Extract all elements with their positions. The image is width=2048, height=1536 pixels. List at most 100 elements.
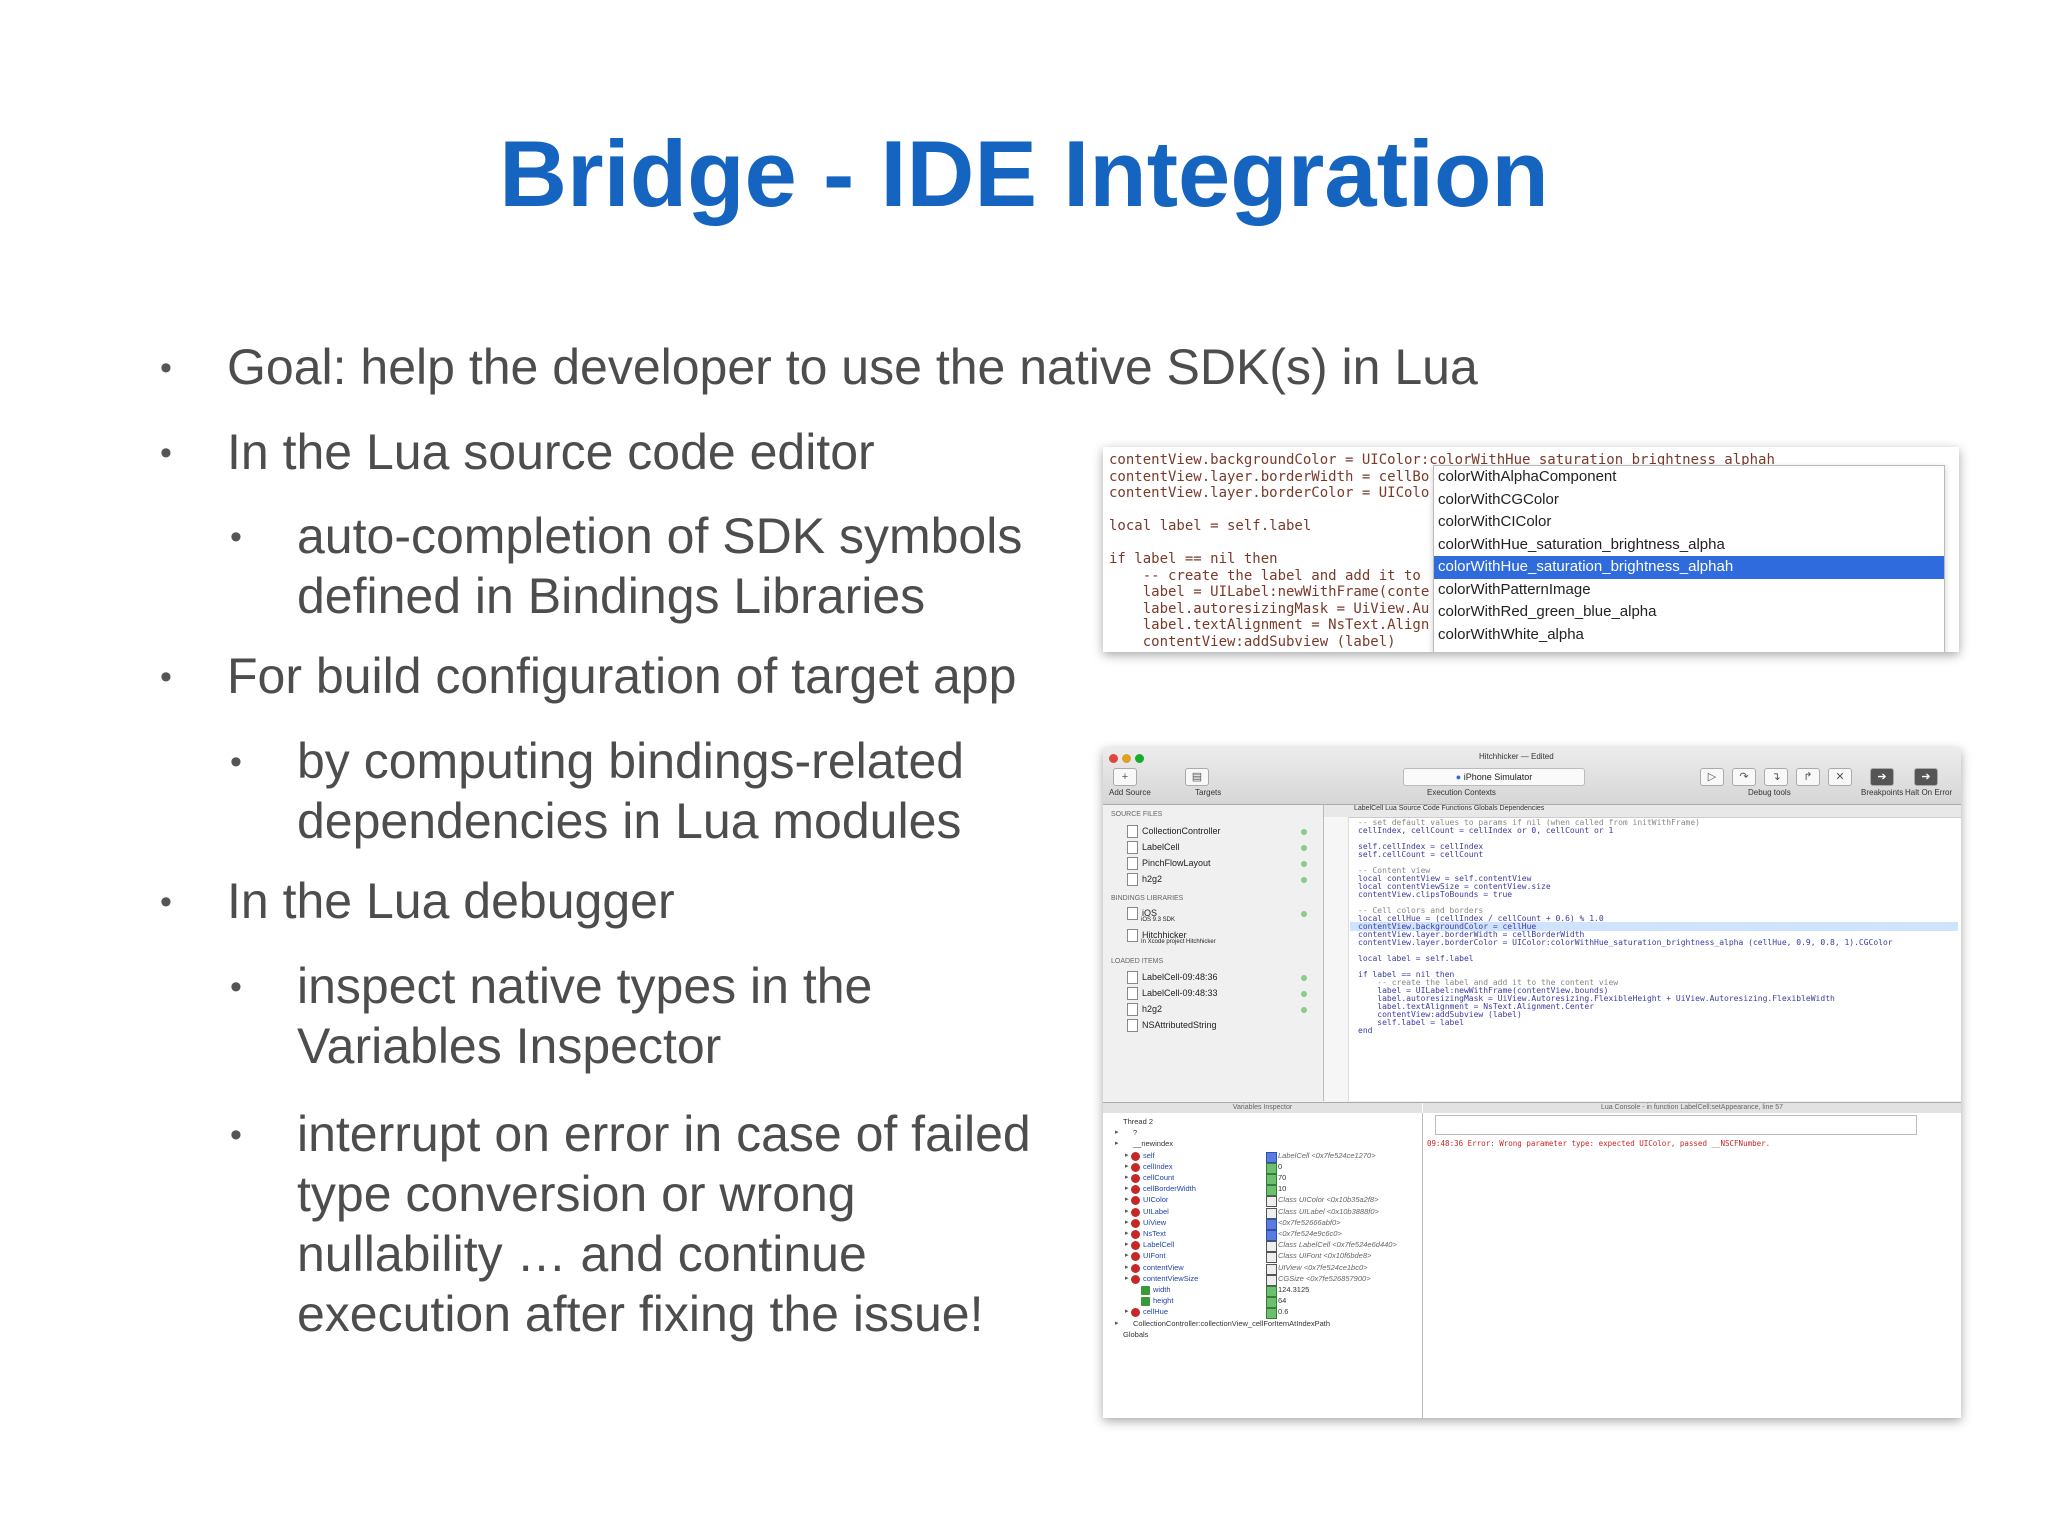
variable-name[interactable]: CollectionController:collectionView_cell… bbox=[1133, 1319, 1330, 1328]
variable-name[interactable]: LabelCell bbox=[1143, 1240, 1174, 1249]
code-line: -- create the label and add it to bbox=[1109, 567, 1421, 584]
variable-name[interactable]: width bbox=[1153, 1285, 1171, 1294]
variable-name[interactable]: cellCount bbox=[1143, 1173, 1174, 1182]
variable-name[interactable]: UIColor bbox=[1143, 1195, 1168, 1204]
variable-name[interactable]: UILabel bbox=[1143, 1207, 1169, 1216]
loaded-item[interactable]: LabelCell-09:48:36 bbox=[1127, 971, 1218, 984]
value-type-icon bbox=[1266, 1252, 1277, 1264]
autocomplete-screenshot: contentView.backgroundColor = UIColor:co… bbox=[1103, 447, 1959, 652]
bullet-line: dependencies in Lua modules bbox=[297, 793, 962, 849]
disclosure-triangle-icon[interactable]: ▸ bbox=[1125, 1274, 1129, 1282]
file-icon bbox=[1127, 825, 1138, 838]
completion-item[interactable]: colorWithCIColor bbox=[1434, 511, 1944, 534]
disclosure-triangle-icon[interactable]: ▸ bbox=[1125, 1184, 1129, 1192]
source-file-item[interactable]: CollectionController bbox=[1127, 825, 1221, 838]
bullet-marker: • bbox=[160, 434, 172, 472]
section-loaded-items: LOADED ITEMS bbox=[1111, 958, 1164, 965]
variable-name[interactable]: Thread 2 bbox=[1123, 1117, 1153, 1126]
file-label: CollectionController bbox=[1142, 825, 1221, 836]
variable-name[interactable]: NsText bbox=[1143, 1229, 1166, 1238]
status-dot bbox=[1301, 861, 1307, 867]
loaded-item[interactable]: LabelCell-09:48:33 bbox=[1127, 987, 1218, 1000]
file-label: h2g2 bbox=[1142, 1003, 1163, 1014]
variable-type-icon bbox=[1141, 1286, 1150, 1295]
loaded-item[interactable]: h2g2 bbox=[1127, 1003, 1162, 1016]
source-file-item[interactable]: LabelCell bbox=[1127, 841, 1180, 854]
step-over-icon[interactable]: ↷ bbox=[1732, 768, 1756, 786]
variable-value: Class UIColor <0x10b35a2f8> bbox=[1278, 1195, 1379, 1205]
variable-name[interactable]: cellBorderWidth bbox=[1143, 1184, 1196, 1193]
bullet-line: inspect native types in the bbox=[297, 958, 873, 1014]
disclosure-triangle-icon[interactable]: ▸ bbox=[1115, 1139, 1119, 1147]
bullet-text: In the Lua source code editor bbox=[227, 424, 875, 480]
variable-value: Class LabelCell <0x7fe524e6d440> bbox=[1278, 1240, 1397, 1250]
variables-inspector-header: Variables Inspector bbox=[1103, 1103, 1422, 1113]
scheme-selector[interactable]: ● iPhone Simulator bbox=[1403, 768, 1585, 786]
disclosure-triangle-icon[interactable]: ▸ bbox=[1125, 1218, 1129, 1226]
halt-on-error-icon[interactable]: ➔ bbox=[1914, 768, 1938, 786]
variable-value: Class UIFont <0x10f6bde8> bbox=[1278, 1251, 1372, 1261]
run-icon[interactable]: ▷ bbox=[1700, 768, 1724, 786]
loaded-item[interactable]: NSAttributedString bbox=[1127, 1019, 1217, 1032]
step-into-icon[interactable]: ↴ bbox=[1764, 768, 1788, 786]
split-divider[interactable] bbox=[1422, 1113, 1423, 1418]
console-input[interactable] bbox=[1435, 1115, 1917, 1135]
autocomplete-popup[interactable]: colorWithAlphaComponent colorWithCGColor c… bbox=[1433, 465, 1945, 652]
minimize-icon[interactable] bbox=[1122, 754, 1131, 763]
completion-item[interactable]: colorWithHue_saturation_brightness_alpha… bbox=[1434, 556, 1944, 579]
file-icon bbox=[1127, 841, 1138, 854]
disclosure-triangle-icon[interactable]: ▸ bbox=[1125, 1240, 1129, 1248]
disclosure-triangle-icon[interactable]: ▸ bbox=[1125, 1195, 1129, 1203]
status-dot bbox=[1301, 845, 1307, 851]
disclosure-triangle-icon[interactable]: ▸ bbox=[1125, 1229, 1129, 1237]
variable-name[interactable]: self bbox=[1143, 1151, 1155, 1160]
variable-name[interactable]: __newindex bbox=[1133, 1139, 1173, 1148]
close-icon[interactable] bbox=[1109, 754, 1118, 763]
sub-bullet-text: auto-completion of SDK symbols defined in… bbox=[297, 506, 1022, 626]
completion-item[interactable]: colorWithWhite_alpha bbox=[1434, 624, 1944, 647]
variable-type-icon bbox=[1131, 1218, 1140, 1228]
targets-button[interactable]: ▤ bbox=[1185, 768, 1209, 786]
variable-value: 0 bbox=[1278, 1161, 1283, 1171]
disclosure-triangle-icon[interactable]: ▸ bbox=[1125, 1173, 1129, 1181]
completion-item[interactable]: colorWithPatternImage bbox=[1434, 579, 1944, 602]
step-out-icon[interactable]: ↱ bbox=[1796, 768, 1820, 786]
source-file-item[interactable]: PinchFlowLayout bbox=[1127, 857, 1211, 870]
disclosure-triangle-icon[interactable]: ▸ bbox=[1125, 1263, 1129, 1271]
value-type-icon bbox=[1266, 1297, 1277, 1309]
variable-name[interactable]: cellHue bbox=[1143, 1307, 1168, 1316]
variable-name[interactable]: contentViewSize bbox=[1143, 1274, 1198, 1283]
variable-name[interactable]: UIFont bbox=[1143, 1251, 1166, 1260]
disclosure-triangle-icon[interactable]: ▸ bbox=[1125, 1151, 1129, 1159]
add-source-button[interactable]: + bbox=[1113, 768, 1137, 786]
stop-icon[interactable]: ✕ bbox=[1828, 768, 1852, 786]
editor-tabbar[interactable]: LabelCell Lua Source Code Functions Glob… bbox=[1324, 805, 1961, 818]
completion-item[interactable]: colorWithAlphaComponent bbox=[1434, 466, 1944, 489]
sub-bullet-text: inspect native types in the Variables Ins… bbox=[297, 956, 872, 1076]
completion-item[interactable]: colorWithRed_green_blue_alpha bbox=[1434, 601, 1944, 624]
disclosure-triangle-icon[interactable]: ▸ bbox=[1125, 1207, 1129, 1215]
disclosure-triangle-icon[interactable]: ▸ bbox=[1125, 1162, 1129, 1170]
variable-name[interactable]: cellIndex bbox=[1143, 1162, 1173, 1171]
variable-name[interactable]: contentView bbox=[1143, 1263, 1184, 1272]
breakpoints-icon[interactable]: ➔ bbox=[1870, 768, 1894, 786]
code-line: contentView.clipsToBounds = true bbox=[1358, 890, 1513, 899]
disclosure-triangle-icon[interactable]: ▸ bbox=[1115, 1128, 1119, 1136]
disclosure-triangle-icon[interactable]: ▸ bbox=[1125, 1307, 1129, 1315]
variable-value: CGSize <0x7fe526857900> bbox=[1278, 1273, 1371, 1283]
disclosure-triangle-icon[interactable]: ▸ bbox=[1115, 1319, 1119, 1327]
variable-name[interactable]: UiView bbox=[1143, 1218, 1166, 1227]
variable-value: Class UILabel <0x10b3888f0> bbox=[1278, 1206, 1379, 1216]
disclosure-triangle-icon[interactable]: ▸ bbox=[1125, 1251, 1129, 1259]
variable-name[interactable]: height bbox=[1153, 1296, 1173, 1305]
variable-name[interactable]: Globals bbox=[1123, 1330, 1148, 1339]
completion-item[interactable]: colorWithHue_saturation_brightness_alpha bbox=[1434, 534, 1944, 557]
completion-item[interactable]: colorWithCGColor bbox=[1434, 489, 1944, 512]
bullet-text: For build configuration of target app bbox=[227, 648, 1017, 704]
variable-type-icon bbox=[1131, 1252, 1140, 1262]
source-editor[interactable]: LabelCell Lua Source Code Functions Glob… bbox=[1324, 805, 1961, 1101]
value-type-icon bbox=[1266, 1230, 1277, 1241]
zoom-icon[interactable] bbox=[1135, 754, 1144, 763]
source-file-item[interactable]: h2g2 bbox=[1127, 873, 1162, 886]
variable-name[interactable]: ? bbox=[1133, 1128, 1137, 1137]
